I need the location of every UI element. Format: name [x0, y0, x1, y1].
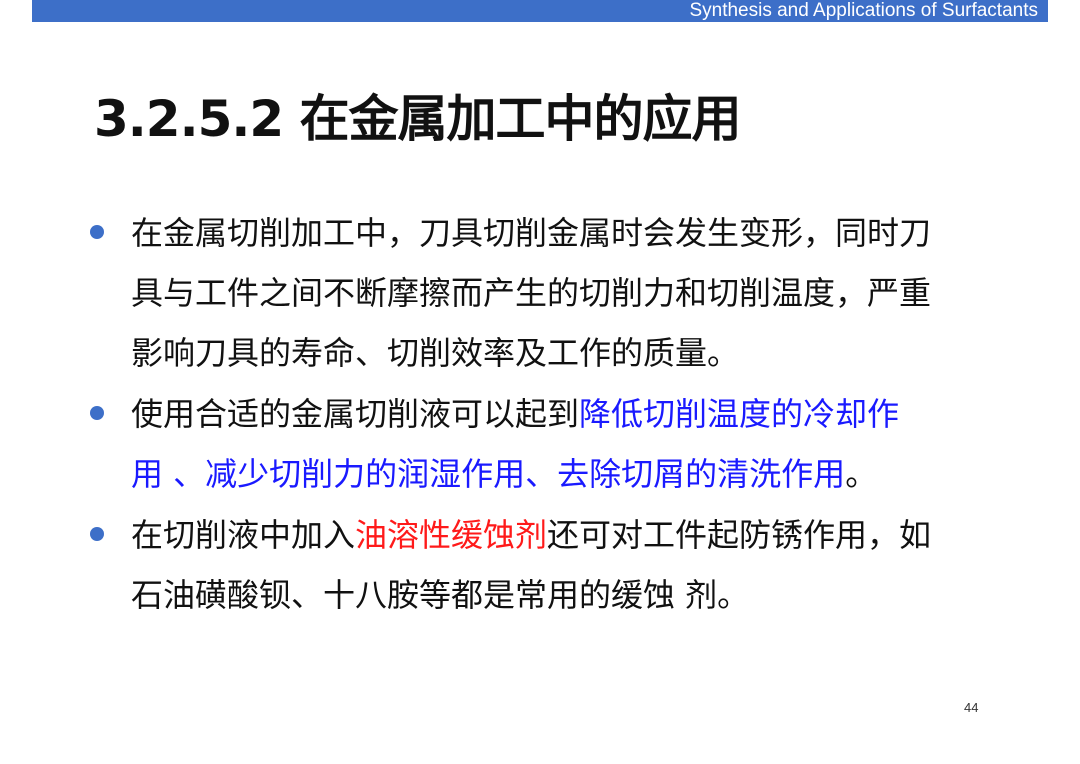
body-text: 使用合适的金属切削液可以起到 [131, 395, 580, 433]
bullet-dot-icon [90, 527, 104, 541]
bullet-line: 使用合适的金属切削液可以起到降低切削温度的冷却作 [131, 384, 899, 444]
bullet-dot-icon [90, 406, 104, 420]
bullet-line: 影响刀具的寿命、切削效率及工作的质量。 [131, 323, 739, 383]
bullet-line: 用 、减少切削力的润湿作用、去除切屑的清洗作用。 [131, 444, 877, 504]
body-text: 具与工件之间不断摩擦而产生的切削力和切削温度，严重 [131, 274, 932, 312]
highlight-blue-text: 降低切削温度的冷却作 [579, 395, 900, 433]
body-text: 在金属切削加工中，刀具切削金属时会发生变形，同时刀 [131, 214, 932, 252]
bullet-line: 在金属切削加工中，刀具切削金属时会发生变形，同时刀 [131, 203, 931, 263]
bullet-line: 在切削液中加入油溶性缓蚀剂还可对工件起防锈作用，如 [131, 505, 931, 565]
body-text: 影响刀具的寿命、切削效率及工作的质量。 [131, 334, 740, 372]
body-text: 还可对工件起防锈作用，如 [547, 516, 932, 554]
page-number: 44 [964, 700, 979, 715]
bullet-line: 石油磺酸钡、十八胺等都是常用的缓蚀 剂。 [131, 565, 749, 625]
highlight-blue-text: 用 、减少切削力的润湿作用、去除切屑的清洗作用 [131, 455, 846, 493]
body-text: 。 [845, 455, 878, 493]
header-bar: Synthesis and Applications of Surfactant… [32, 0, 1048, 22]
slide-title: 3.2.5.2 在金属加工中的应用 [94, 90, 742, 148]
body-text: 在切削液中加入 [131, 516, 356, 554]
course-title: Synthesis and Applications of Surfactant… [689, 0, 1038, 21]
bullet-line: 具与工件之间不断摩擦而产生的切削力和切削温度，严重 [131, 263, 931, 323]
bullet-dot-icon [90, 225, 104, 239]
highlight-red-text: 油溶性缓蚀剂 [355, 516, 548, 554]
body-text: 石油磺酸钡、十八胺等都是常用的缓蚀 剂。 [131, 576, 750, 614]
